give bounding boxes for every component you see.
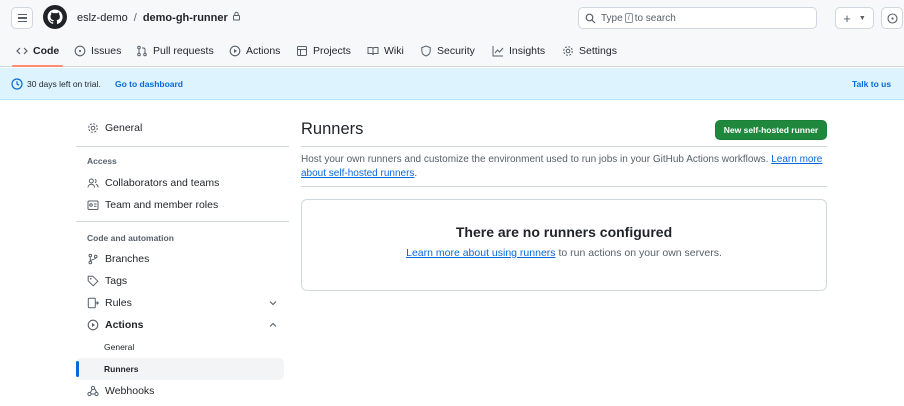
description-period: . bbox=[414, 168, 418, 179]
breadcrumb-separator: / bbox=[133, 11, 137, 24]
sidebar-divider bbox=[76, 146, 289, 147]
tab-label: Pull requests bbox=[153, 45, 214, 57]
chevron-up-icon bbox=[269, 322, 277, 327]
go-to-dashboard-link[interactable]: Go to dashboard bbox=[115, 79, 183, 89]
tab-code[interactable]: Code bbox=[11, 38, 64, 67]
sidebar-item-rules[interactable]: Rules bbox=[76, 292, 289, 314]
learn-more-runners-link[interactable]: Learn more about using runners bbox=[406, 247, 555, 259]
search-placeholder-prefix: Type bbox=[601, 12, 623, 24]
tab-label: Actions bbox=[246, 45, 281, 57]
repo-rules-icon bbox=[87, 297, 99, 309]
table-icon bbox=[297, 46, 307, 56]
issue-icon bbox=[74, 45, 86, 57]
description-divider bbox=[301, 186, 827, 187]
empty-state-suffix: to run actions on your own servers. bbox=[558, 247, 722, 259]
sidebar-item-branches[interactable]: Branches bbox=[76, 248, 289, 270]
sidebar-item-label: Actions bbox=[105, 319, 144, 331]
trial-text: 30 days left on trial. bbox=[27, 79, 101, 89]
page-title: Runners bbox=[301, 120, 364, 138]
chevron-down-icon: ▼ bbox=[858, 14, 866, 22]
shield-icon bbox=[421, 45, 431, 57]
create-new-button[interactable]: + ▼ bbox=[835, 7, 874, 29]
tab-security[interactable]: Security bbox=[420, 38, 475, 64]
sidebar-divider bbox=[76, 221, 289, 222]
sidebar-item-label: General bbox=[104, 342, 135, 352]
search-input[interactable]: Type / to search bbox=[578, 7, 817, 29]
tab-label: Settings bbox=[579, 45, 617, 57]
tab-actions[interactable]: Actions bbox=[229, 38, 280, 64]
issue-opened-icon bbox=[886, 12, 898, 24]
tab-label: Code bbox=[33, 45, 60, 57]
empty-state-text: Learn more about using runners to run ac… bbox=[302, 247, 826, 259]
tab-label: Projects bbox=[313, 45, 351, 57]
tab-issues[interactable]: Issues bbox=[74, 38, 121, 64]
sidebar-item-label: Runners bbox=[104, 364, 139, 374]
repo-owner-link[interactable]: eslz-demo bbox=[77, 12, 128, 24]
sidebar-item-label: Collaborators and teams bbox=[105, 177, 220, 189]
sidebar-item-label: General bbox=[105, 122, 143, 134]
talk-to-us-link[interactable]: Talk to us bbox=[852, 79, 891, 89]
title-divider bbox=[301, 146, 827, 147]
tab-projects[interactable]: Projects bbox=[296, 38, 351, 64]
tab-pull-requests[interactable]: Pull requests bbox=[136, 38, 214, 64]
search-shortcut-key: / bbox=[624, 13, 633, 23]
sidebar-item-label: Team and member roles bbox=[105, 199, 219, 211]
breadcrumb: eslz-demo / demo-gh-runner bbox=[77, 11, 241, 24]
lock-icon bbox=[232, 11, 241, 24]
people-icon bbox=[87, 178, 99, 188]
sidebar-item-tags[interactable]: Tags bbox=[76, 270, 289, 292]
pull-request-icon bbox=[137, 45, 147, 57]
chevron-down-icon bbox=[269, 301, 277, 306]
sidebar-item-collaborators[interactable]: Collaborators and teams bbox=[76, 172, 289, 194]
sidebar-item-team-roles[interactable]: Team and member roles bbox=[76, 194, 289, 216]
play-icon bbox=[87, 319, 99, 331]
tab-insights[interactable]: Insights bbox=[492, 38, 545, 64]
sidebar-heading-access: Access bbox=[87, 156, 117, 166]
gear-icon bbox=[88, 123, 98, 133]
play-icon bbox=[229, 45, 241, 57]
tab-wiki[interactable]: Wiki bbox=[367, 38, 404, 64]
sidebar-subitem-actions-general[interactable]: General bbox=[76, 336, 284, 358]
sidebar-heading-code-automation: Code and automation bbox=[87, 233, 174, 243]
tab-label: Security bbox=[437, 45, 475, 57]
clock-icon bbox=[11, 78, 23, 92]
hamburger-menu-button[interactable] bbox=[11, 7, 33, 29]
issues-shortcut-button[interactable] bbox=[881, 7, 903, 29]
description-text: Host your own runners and customize the … bbox=[301, 154, 769, 165]
empty-state-box: There are no runners configured Learn mo… bbox=[301, 199, 827, 291]
empty-state-title: There are no runners configured bbox=[455, 224, 673, 240]
repo-name-link[interactable]: demo-gh-runner bbox=[143, 12, 228, 24]
webhook-icon bbox=[87, 385, 99, 397]
trial-banner: 30 days left on trial. Go to dashboard T… bbox=[0, 68, 904, 100]
sidebar-item-general[interactable]: General bbox=[76, 117, 289, 139]
sidebar-subitem-actions-runners[interactable]: Runners bbox=[76, 358, 284, 380]
code-icon bbox=[16, 47, 28, 55]
id-badge-icon bbox=[87, 200, 99, 210]
sidebar-item-label: Webhooks bbox=[105, 385, 155, 397]
github-logo-icon[interactable] bbox=[43, 5, 67, 29]
gear-icon bbox=[563, 46, 573, 56]
plus-icon: + bbox=[843, 10, 851, 26]
tab-settings[interactable]: Settings bbox=[562, 38, 617, 64]
app-header: eslz-demo / demo-gh-runner Type / to sea… bbox=[0, 0, 904, 67]
sidebar-item-webhooks[interactable]: Webhooks bbox=[76, 380, 289, 402]
graph-icon bbox=[492, 46, 504, 57]
tag-icon bbox=[87, 275, 99, 287]
book-icon bbox=[367, 47, 379, 56]
git-branch-icon bbox=[88, 253, 98, 265]
search-placeholder-suffix: to search bbox=[634, 12, 676, 24]
tab-label: Wiki bbox=[384, 45, 404, 57]
sidebar-item-label: Branches bbox=[105, 253, 150, 265]
sidebar-item-label: Rules bbox=[105, 297, 132, 309]
runners-description: Host your own runners and customize the … bbox=[301, 153, 827, 181]
sidebar-item-actions[interactable]: Actions bbox=[76, 314, 289, 336]
tab-label: Issues bbox=[91, 45, 122, 57]
search-icon bbox=[585, 13, 596, 24]
tab-label: Insights bbox=[509, 45, 546, 57]
new-self-hosted-runner-button[interactable]: New self-hosted runner bbox=[715, 120, 827, 140]
sidebar-item-label: Tags bbox=[105, 275, 128, 287]
